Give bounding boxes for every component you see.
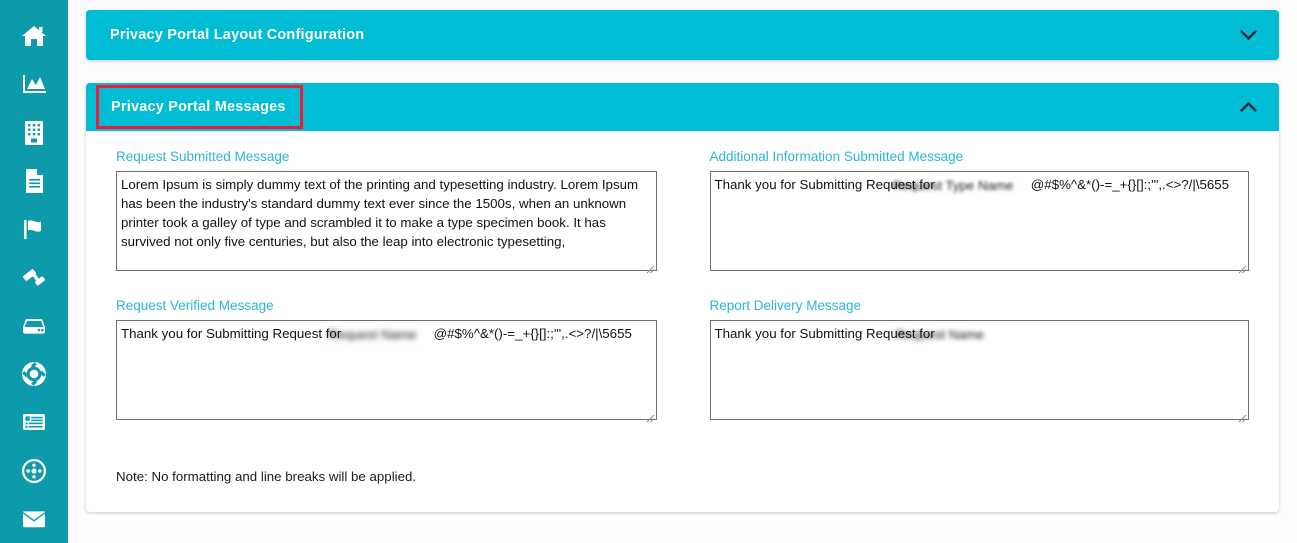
request-verified-label: Request Verified Message (116, 298, 274, 313)
panel-layout-header[interactable]: Privacy Portal Layout Configuration (86, 10, 1279, 60)
formatting-note: Note: No formatting and line breaks will… (116, 469, 417, 484)
building-icon (23, 120, 45, 146)
request-submitted-label: Request Submitted Message (116, 149, 290, 164)
chevron-up-icon[interactable] (1240, 101, 1257, 113)
sidebar-item-messages[interactable] (0, 495, 68, 543)
panel-messages-title: Privacy Portal Messages (96, 85, 303, 129)
panel-layout-title: Privacy Portal Layout Configuration (110, 27, 365, 43)
sidebar-item-support[interactable] (0, 350, 68, 398)
flag-icon (21, 217, 47, 241)
sidebar-item-discover[interactable] (0, 446, 68, 494)
panel-portal-messages: Privacy Portal Messages Request Submitte… (86, 83, 1279, 512)
home-icon (21, 24, 47, 48)
sidebar-item-flags[interactable] (0, 205, 68, 253)
document-icon (23, 168, 45, 194)
report-delivery-input[interactable] (709, 320, 1249, 420)
request-verified-wrap: Request Name (116, 320, 657, 425)
report-delivery-wrap: Request Name (709, 320, 1249, 425)
additional-information-submitted-input[interactable] (709, 171, 1249, 271)
sidebar-item-documents[interactable] (0, 157, 68, 205)
messages-row-1: Request Submitted Message Additional Inf… (116, 149, 1249, 276)
sidebar-item-storage[interactable] (0, 302, 68, 350)
gavel-icon (21, 265, 47, 289)
hard-drive-icon (21, 315, 47, 337)
field-report-delivery: Report Delivery Message Request Name (683, 298, 1249, 425)
app-root: Privacy Portal Layout Configuration Priv… (0, 0, 1297, 543)
sidebar-item-home[interactable] (0, 12, 68, 60)
messages-row-2: Request Verified Message Request Name (116, 298, 1249, 425)
chevron-down-icon[interactable] (1240, 29, 1257, 41)
report-delivery-label: Report Delivery Message (709, 298, 862, 313)
area-chart-icon (21, 72, 47, 96)
main-content: Privacy Portal Layout Configuration Priv… (68, 0, 1297, 543)
sidebar (0, 0, 68, 543)
sidebar-item-records[interactable] (0, 398, 68, 446)
sidebar-item-organization[interactable] (0, 109, 68, 157)
additional-information-submitted-label: Additional Information Submitted Message (709, 149, 964, 164)
envelope-icon (21, 509, 47, 529)
field-additional-information-submitted: Additional Information Submitted Message… (683, 149, 1249, 276)
panel-messages-body: Request Submitted Message Additional Inf… (86, 131, 1279, 512)
sidebar-item-legal[interactable] (0, 253, 68, 301)
panel-layout-configuration: Privacy Portal Layout Configuration (86, 10, 1279, 60)
field-request-verified: Request Verified Message Request Name (116, 298, 683, 425)
field-request-submitted: Request Submitted Message (116, 149, 683, 276)
request-submitted-wrap (116, 171, 657, 276)
compass-icon (21, 458, 47, 484)
sidebar-item-analytics[interactable] (0, 60, 68, 108)
panel-messages-header[interactable]: Privacy Portal Messages (86, 83, 1279, 131)
list-table-icon (21, 411, 47, 433)
request-submitted-input[interactable] (116, 171, 657, 271)
additional-information-submitted-wrap: Request Type Name (709, 171, 1249, 276)
life-ring-icon (21, 361, 47, 387)
request-verified-input[interactable] (116, 320, 657, 420)
